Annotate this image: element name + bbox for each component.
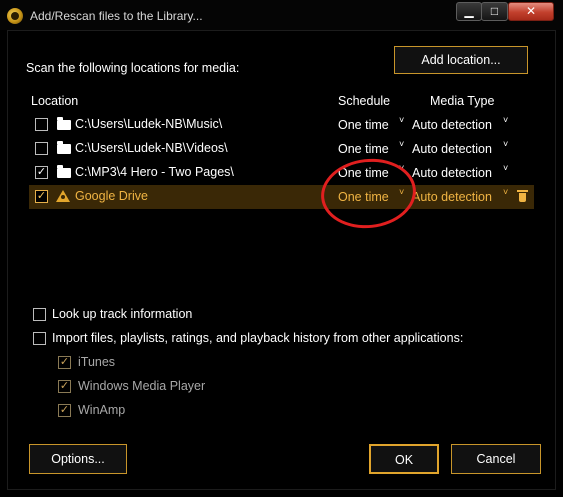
column-header-schedule: Schedule <box>338 94 391 108</box>
chevron-down-icon[interactable]: ˅ <box>399 139 404 149</box>
location-checkbox[interactable] <box>35 142 48 155</box>
media-type-dropdown[interactable]: Auto detection <box>412 142 492 156</box>
chevron-down-icon[interactable]: ˅ <box>399 115 404 125</box>
media-type-dropdown[interactable]: Auto detection <box>412 166 492 180</box>
winamp-label: WinAmp <box>78 403 126 417</box>
maximize-button[interactable]: □ <box>481 2 508 21</box>
title-bar: Add/Rescan files to the Library... ▁ □ ✕ <box>0 0 563 30</box>
scan-label: Scan the following locations for media: <box>26 61 240 75</box>
location-row[interactable]: C:\Users\Ludek-NB\Music\ One time ˅ Auto… <box>29 113 534 137</box>
wmp-label: Windows Media Player <box>78 379 206 393</box>
lookup-track-checkbox[interactable] <box>33 308 46 321</box>
column-header-media-type: Media Type <box>430 94 495 108</box>
column-header-location: Location <box>31 94 79 108</box>
google-drive-icon <box>56 190 70 202</box>
location-row[interactable]: ✓ C:\MP3\4 Hero - Two Pages\ One time ˅ … <box>29 161 534 185</box>
ok-button[interactable]: OK <box>369 444 439 474</box>
minimize-button[interactable]: ▁ <box>456 2 482 21</box>
window-title: Add/Rescan files to the Library... <box>30 9 203 23</box>
folder-icon <box>57 141 71 154</box>
schedule-dropdown[interactable]: One time <box>338 142 389 156</box>
media-type-dropdown[interactable]: Auto detection <box>412 190 492 204</box>
location-row[interactable]: C:\Users\Ludek-NB\Videos\ One time ˅ Aut… <box>29 137 534 161</box>
location-checkbox[interactable]: ✓ <box>35 190 48 203</box>
options-button[interactable]: Options... <box>29 444 127 474</box>
location-checkbox[interactable] <box>35 118 48 131</box>
import-label: Import files, playlists, ratings, and pl… <box>52 331 464 345</box>
location-path: C:\Users\Ludek-NB\Music\ <box>75 117 223 131</box>
cancel-button[interactable]: Cancel <box>451 444 541 474</box>
media-type-dropdown[interactable]: Auto detection <box>412 118 492 132</box>
add-location-button[interactable]: Add location... <box>394 46 528 74</box>
folder-icon <box>57 165 71 178</box>
trash-icon[interactable] <box>517 190 528 202</box>
location-path: C:\MP3\4 Hero - Two Pages\ <box>75 165 234 179</box>
winamp-checkbox: ✓ <box>58 404 71 417</box>
schedule-dropdown[interactable]: One time <box>338 118 389 132</box>
chevron-down-icon[interactable]: ˅ <box>503 115 508 125</box>
folder-icon <box>57 117 71 130</box>
chevron-down-icon[interactable]: ˅ <box>503 139 508 149</box>
location-row-selected[interactable]: ✓ Google Drive One time ˅ Auto detection… <box>29 185 534 209</box>
location-path: Google Drive <box>75 189 148 203</box>
chevron-down-icon[interactable]: ˅ <box>503 187 508 197</box>
location-path: C:\Users\Ludek-NB\Videos\ <box>75 141 228 155</box>
itunes-label: iTunes <box>78 355 116 369</box>
chevron-down-icon[interactable]: ˅ <box>503 163 508 173</box>
wmp-checkbox: ✓ <box>58 380 71 393</box>
location-checkbox[interactable]: ✓ <box>35 166 48 179</box>
itunes-checkbox: ✓ <box>58 356 71 369</box>
app-icon <box>7 8 23 24</box>
lookup-track-label: Look up track information <box>52 307 193 321</box>
import-checkbox[interactable] <box>33 332 46 345</box>
close-button[interactable]: ✕ <box>508 2 554 21</box>
